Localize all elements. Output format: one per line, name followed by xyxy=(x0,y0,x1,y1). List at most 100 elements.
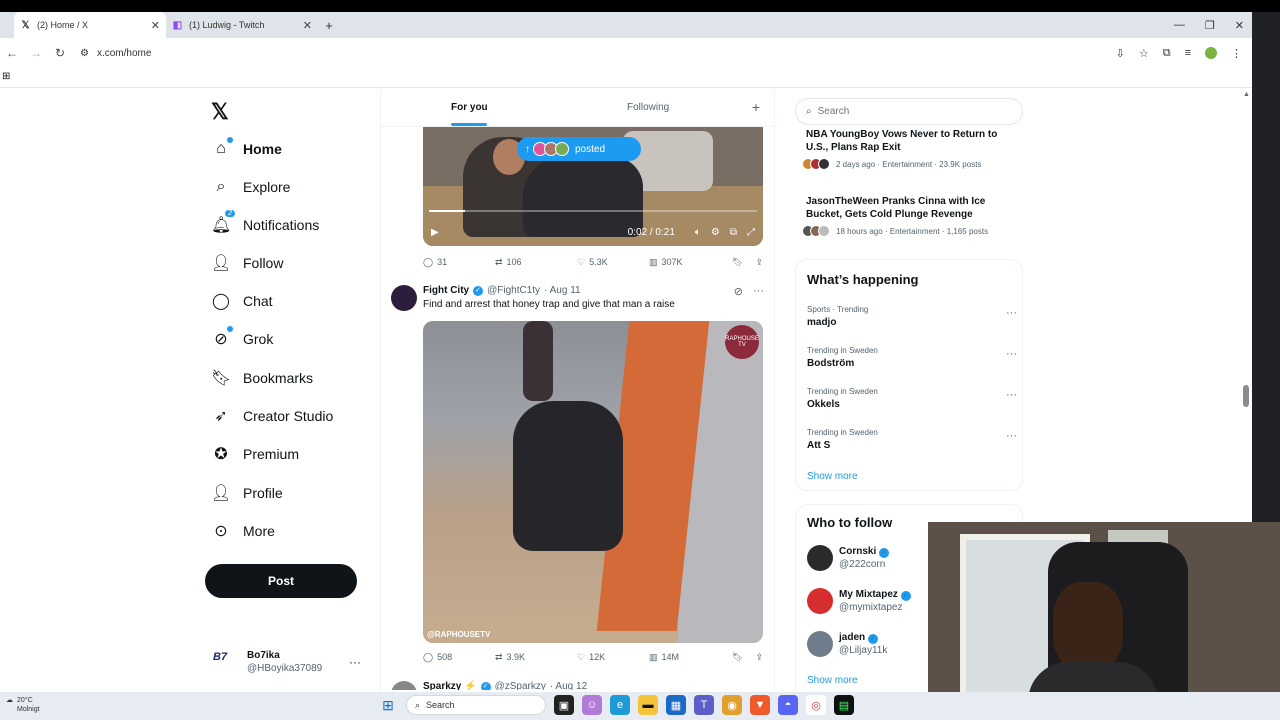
back-icon[interactable]: ← xyxy=(0,46,24,60)
browser-tab-x[interactable]: 𝕏 (2) Home / X ✕ xyxy=(14,12,166,38)
avatar[interactable] xyxy=(807,545,833,571)
video-progress[interactable] xyxy=(429,210,757,212)
reload-icon[interactable]: ↻ xyxy=(48,46,72,60)
volume-icon[interactable]: 🔈︎ xyxy=(695,227,701,238)
new-posts-pill[interactable]: ↑ posted xyxy=(517,137,641,161)
taskbar-search[interactable]: ⌕ Search xyxy=(406,695,546,715)
more-icon[interactable]: ··· xyxy=(1006,389,1017,401)
account-switcher[interactable]: B7 Bo7ika @HBoyika37089 ··· xyxy=(213,644,373,680)
share-icon[interactable]: ⇪ xyxy=(755,652,763,663)
nav-profile[interactable]: 👤︎ Profile xyxy=(211,478,283,508)
bookmark-icon[interactable]: 🔖︎ xyxy=(732,652,743,663)
extensions-icon[interactable]: ⧉ xyxy=(1163,47,1171,60)
more-icon[interactable]: ··· xyxy=(1006,307,1017,319)
repost-button[interactable]: ⇄ 3.9K xyxy=(495,652,577,663)
like-button[interactable]: ♡ 12K xyxy=(577,652,649,663)
discord-icon[interactable]: ◓ xyxy=(778,695,798,715)
nav-bookmarks[interactable]: 🔖︎ Bookmarks xyxy=(211,363,313,393)
new-tab-button[interactable]: + xyxy=(318,12,340,38)
news-item[interactable]: NBA YoungBoy Vows Never to Return to U.S… xyxy=(802,128,1021,170)
tab-following[interactable]: Following xyxy=(627,102,669,113)
nav-grok[interactable]: ⊘ Grok xyxy=(211,324,273,354)
scrollbar-thumb[interactable] xyxy=(1243,385,1249,407)
apps-icon[interactable]: ⊞ xyxy=(2,71,10,82)
pip-icon[interactable]: ⧉ xyxy=(730,227,737,238)
news-item[interactable]: JasonTheWeen Pranks Cinna with Ice Bucke… xyxy=(802,195,1021,237)
trend-item[interactable]: Trending in Sweden Okkels ··· xyxy=(807,387,1017,410)
like-button[interactable]: ♡ 5.3K xyxy=(577,257,649,268)
more-icon[interactable]: ··· xyxy=(753,285,764,298)
author-handle[interactable]: @zSparkzy xyxy=(495,681,546,690)
windows-start-icon[interactable]: ⊞ xyxy=(378,695,398,715)
install-icon[interactable]: ⇩ xyxy=(1116,47,1125,60)
task-view-icon[interactable]: ▣ xyxy=(554,695,574,715)
author-name[interactable]: Fight City xyxy=(423,285,469,296)
share-icon[interactable]: ⇪ xyxy=(755,257,763,268)
add-tab-icon[interactable]: + xyxy=(752,99,760,115)
close-window-icon[interactable]: ✕ xyxy=(1235,19,1244,32)
profile-avatar-icon[interactable] xyxy=(1205,47,1217,59)
nav-premium[interactable]: ✪ Premium xyxy=(211,439,299,469)
nav-creator-studio[interactable]: ➶ Creator Studio xyxy=(211,401,333,431)
views-button[interactable]: ▥ 307K xyxy=(649,257,729,268)
show-more-link[interactable]: Show more xyxy=(807,675,858,686)
file-explorer-icon[interactable]: ▬ xyxy=(638,695,658,715)
tweet[interactable]: Fight City ✓ @FightC1ty · Aug 11 ⊘ ··· F… xyxy=(381,285,774,675)
play-icon[interactable]: ▶ xyxy=(431,227,439,238)
chrome-icon[interactable]: ◎ xyxy=(806,695,826,715)
trend-item[interactable]: Sports · Trending madjo ··· xyxy=(807,305,1017,328)
browser-tab-twitch[interactable]: ◧ (1) Ludwig - Twitch ✕ xyxy=(166,12,318,38)
minimize-icon[interactable]: — xyxy=(1174,19,1185,31)
restore-icon[interactable]: ❐ xyxy=(1205,19,1215,32)
settings-icon[interactable]: ⚙ xyxy=(711,227,720,238)
post-date[interactable]: · Aug 12 xyxy=(550,681,587,690)
weather-widget[interactable]: ☁ 20°C Molnigt xyxy=(6,696,40,714)
close-tab-icon[interactable]: ✕ xyxy=(303,19,312,32)
scroll-up-icon[interactable]: ▲ xyxy=(1243,91,1250,98)
post-date[interactable]: · Aug 11 xyxy=(544,285,581,296)
repost-button[interactable]: ⇄ 106 xyxy=(495,257,577,268)
url-field[interactable]: ⚙ x.com/home xyxy=(80,48,151,59)
more-icon[interactable]: ··· xyxy=(1006,430,1017,442)
grok-icon[interactable]: ⊘ xyxy=(734,285,743,298)
app-icon[interactable]: ▤ xyxy=(834,695,854,715)
x-logo-icon[interactable]: 𝕏 xyxy=(211,99,229,125)
media-icon[interactable]: ≡ xyxy=(1185,47,1191,59)
teams-icon[interactable]: T xyxy=(694,695,714,715)
brave-icon[interactable]: ▼ xyxy=(750,695,770,715)
post-video[interactable]: ↑ posted ▶ 0:02 / 0:21 🔈︎ ⚙ ⧉ ⤢ xyxy=(423,127,763,246)
avatar[interactable] xyxy=(807,588,833,614)
forward-icon[interactable]: → xyxy=(24,46,48,60)
store-icon[interactable]: ▦ xyxy=(666,695,686,715)
avatar[interactable] xyxy=(807,631,833,657)
search-input[interactable] xyxy=(817,106,998,117)
reply-button[interactable]: ◯ 31 xyxy=(423,257,495,268)
close-tab-icon[interactable]: ✕ xyxy=(151,19,160,32)
nav-home[interactable]: ⌂ Home xyxy=(211,134,282,164)
tab-for-you[interactable]: For you xyxy=(451,102,488,113)
bookmark-icon[interactable]: 🔖︎ xyxy=(732,257,743,268)
nav-follow[interactable]: 👤︎ Follow xyxy=(211,248,283,278)
nav-explore[interactable]: ⌕ Explore xyxy=(211,172,291,202)
app-icon[interactable]: ◉ xyxy=(722,695,742,715)
more-icon[interactable]: ··· xyxy=(1006,348,1017,360)
post-button[interactable]: Post xyxy=(205,564,357,598)
menu-icon[interactable]: ⋮ xyxy=(1231,47,1242,60)
avatar[interactable] xyxy=(391,285,417,311)
views-button[interactable]: ▥ 14M xyxy=(649,652,729,663)
app-icon[interactable]: ☺ xyxy=(582,695,602,715)
nav-more[interactable]: ⊙ More xyxy=(211,516,275,546)
post-video[interactable]: RAPHOUSE TV @RAPHOUSETV xyxy=(423,321,763,643)
show-more-link[interactable]: Show more xyxy=(807,471,858,482)
tweet[interactable]: Sparkzy ⚡ ✓ @zSparkzy · Aug 12 xyxy=(381,681,774,690)
nav-notifications[interactable]: 🔔︎ 2 Notifications xyxy=(211,210,319,240)
trend-item[interactable]: Trending in Sweden Bodström ··· xyxy=(807,346,1017,369)
more-icon[interactable]: ··· xyxy=(349,655,361,669)
star-icon[interactable]: ☆ xyxy=(1139,47,1149,60)
site-info-icon[interactable]: ⚙ xyxy=(80,48,89,59)
search-box[interactable]: ⌕ xyxy=(795,98,1023,125)
avatar[interactable] xyxy=(391,681,417,690)
nav-chat[interactable]: ◯ Chat xyxy=(211,286,273,316)
trend-item[interactable]: Trending in Sweden Att S ··· xyxy=(807,428,1017,451)
author-name[interactable]: Sparkzy ⚡ xyxy=(423,681,477,690)
